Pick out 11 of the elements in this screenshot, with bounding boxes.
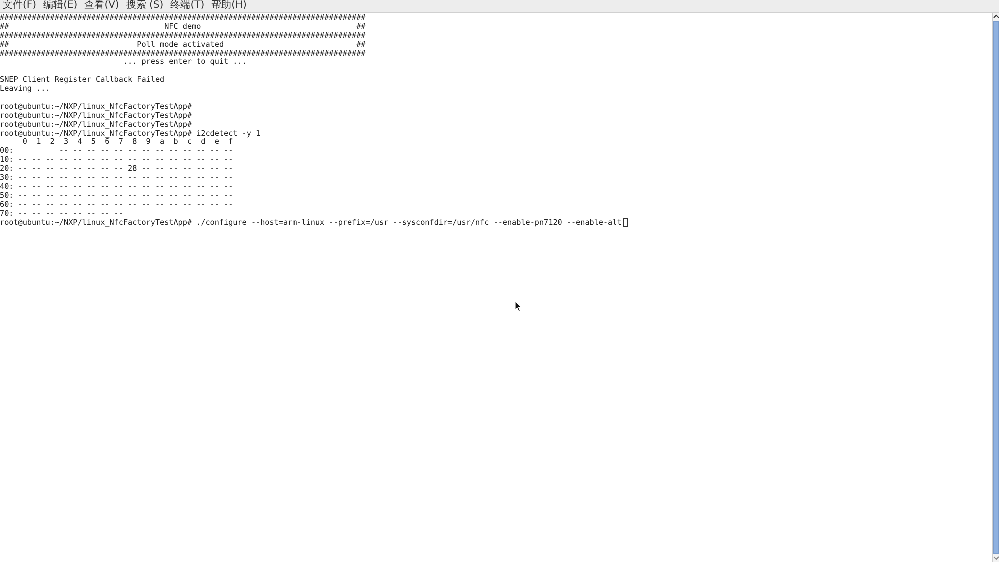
- scrollbar-thumb[interactable]: [993, 21, 999, 554]
- menu-item[interactable]: 搜索 (S): [126, 0, 164, 12]
- text-cursor: [622, 218, 628, 228]
- menu-item[interactable]: 帮助(H): [212, 0, 247, 12]
- menu-item[interactable]: 编辑(E): [44, 0, 78, 12]
- menu-item[interactable]: 终端(T): [170, 0, 205, 12]
- scroll-up-icon[interactable]: [993, 13, 999, 21]
- scrollbar[interactable]: [992, 13, 999, 562]
- mouse-pointer-icon: [515, 301, 522, 312]
- scroll-down-icon[interactable]: [993, 554, 999, 562]
- menu-item[interactable]: 查看(V): [84, 0, 120, 12]
